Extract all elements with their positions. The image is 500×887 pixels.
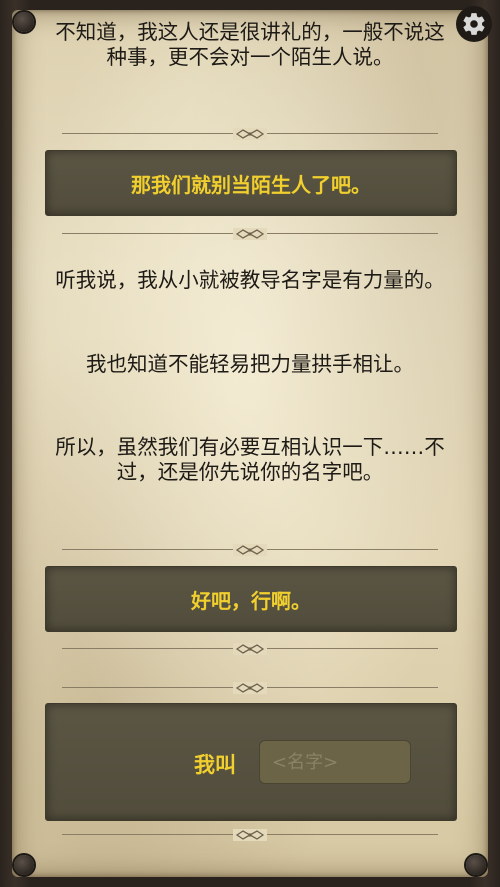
divider [62,829,438,841]
dialogue-paragraph-1: 听我说，我从小就被教导名字是有力量的。 [55,268,445,292]
ornament-icon [233,682,267,694]
corner-rivet-bottom-left [14,855,34,875]
ornament-icon [233,829,267,841]
gear-icon [463,13,485,35]
settings-button[interactable] [456,6,492,42]
dialogue-intro-text: 不知道，我这人还是很讲礼的，一般不说这种事，更不会对一个陌生人说。 [55,20,445,69]
corner-rivet-bottom-right [466,855,486,875]
corner-rivet-top-left [14,12,34,32]
divider [62,682,438,694]
name-entry-panel: 我叫 [45,703,457,821]
choice-button-stranger[interactable]: 那我们就别当陌生人了吧。 [45,150,457,216]
dialogue-paragraph-2: 我也知道不能轻易把力量拱手相让。 [86,352,414,376]
choice-label: 那我们就别当陌生人了吧。 [131,172,371,197]
dialogue-paragraph-3: 所以，虽然我们有必要互相认识一下……不过，还是你先说你的名字吧。 [55,435,445,484]
divider [62,643,438,655]
name-input[interactable] [259,740,411,784]
choice-button-okay[interactable]: 好吧，行啊。 [45,566,457,632]
divider [62,128,438,140]
choice-label: 好吧，行啊。 [191,588,311,613]
ornament-icon [233,643,267,655]
divider [62,544,438,556]
ornament-icon [233,128,267,140]
name-label: 我叫 [194,753,236,777]
ornament-icon [233,228,267,240]
divider [62,228,438,240]
ornament-icon [233,544,267,556]
